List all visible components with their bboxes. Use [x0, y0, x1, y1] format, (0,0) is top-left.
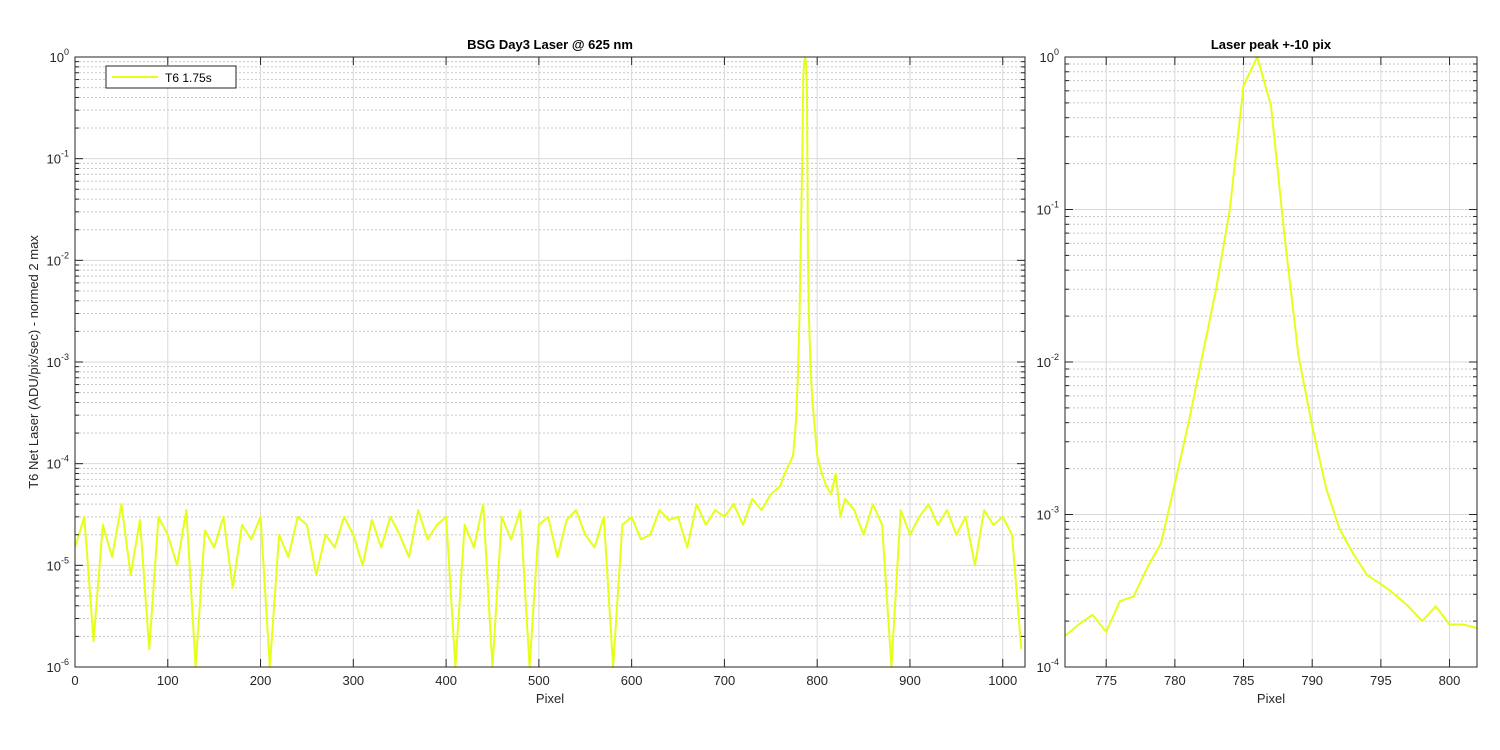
y-tick-label-base: 10	[47, 152, 61, 167]
y-tick-label-exponent: -2	[1051, 352, 1059, 362]
y-tick-label-exponent: -6	[61, 657, 69, 667]
legend-entry-label: T6 1.75s	[165, 71, 212, 85]
x-tick-label: 100	[157, 673, 179, 688]
y-tick-label: 10-5	[47, 555, 69, 573]
figure: 10-610-510-410-310-210-11000 100 200 300 400…	[26, 37, 1478, 706]
zoom-plot-x-axis-label: Pixel	[1257, 691, 1285, 706]
x-tick-label: 790	[1301, 673, 1323, 688]
y-tick-label-base: 10	[47, 457, 61, 472]
y-tick-label: 10-3	[47, 352, 69, 370]
y-tick-label-base: 10	[50, 50, 64, 65]
zoom-plot-title: Laser peak +-10 pix	[1211, 37, 1332, 52]
y-tick-label-base: 10	[1040, 50, 1054, 65]
x-tick-label: 300	[342, 673, 364, 688]
zoom-plot: 10-410-310-210-1100775 780 785 790 795 800 La…	[1037, 37, 1478, 706]
x-tick-label: 200	[250, 673, 272, 688]
y-tick-label-exponent: -1	[61, 149, 69, 159]
y-tick-label-base: 10	[47, 253, 61, 268]
y-tick-label-exponent: -4	[1051, 657, 1059, 667]
x-tick-label: 700	[714, 673, 736, 688]
y-tick-label-base: 10	[1037, 660, 1051, 675]
y-tick-label-base: 10	[47, 660, 61, 675]
x-tick-label: 780	[1164, 673, 1186, 688]
x-tick-label: 800	[806, 673, 828, 688]
x-tick-label: 400	[435, 673, 457, 688]
y-tick-label: 10-4	[47, 454, 69, 472]
y-tick-label: 10-1	[47, 149, 69, 167]
y-tick-label: 10-6	[47, 657, 69, 675]
y-tick-label-base: 10	[1037, 508, 1051, 523]
x-tick-label: 785	[1233, 673, 1255, 688]
x-tick-label: 800	[1439, 673, 1461, 688]
y-tick-label-exponent: -2	[61, 250, 69, 260]
y-tick-label: 10-2	[47, 250, 69, 268]
legend: T6 1.75s	[105, 65, 237, 89]
x-tick-label: 795	[1370, 673, 1392, 688]
y-tick-label-exponent: 0	[1054, 47, 1059, 57]
x-tick-label: 0	[71, 673, 78, 688]
y-tick-label-base: 10	[47, 355, 61, 370]
y-tick-label-base: 10	[47, 558, 61, 573]
y-tick-label: 100	[50, 47, 69, 65]
main-plot-title: BSG Day3 Laser @ 625 nm	[467, 37, 633, 52]
x-tick-label: 900	[899, 673, 921, 688]
y-tick-label-exponent: -1	[1051, 200, 1059, 210]
x-tick-label: 775	[1095, 673, 1117, 688]
y-tick-label: 10-1	[1037, 200, 1059, 218]
y-tick-label: 100	[1040, 47, 1059, 65]
y-tick-label-exponent: -5	[61, 555, 69, 565]
y-tick-label: 10-3	[1037, 505, 1059, 523]
main-plot-y-axis-label: T6 Net Laser (ADU/pix/sec) - normed 2 ma…	[26, 235, 41, 489]
y-tick-label-base: 10	[1037, 355, 1051, 370]
y-tick-label-exponent: -4	[61, 454, 69, 464]
x-tick-label: 500	[528, 673, 550, 688]
y-tick-label-exponent: 0	[64, 47, 69, 57]
main-plot-x-axis-label: Pixel	[536, 691, 564, 706]
main-plot: 10-610-510-410-310-210-11000 100 200 300 400…	[26, 37, 1026, 706]
y-tick-label: 10-2	[1037, 352, 1059, 370]
x-tick-label: 1000	[988, 673, 1017, 688]
y-tick-label-base: 10	[1037, 203, 1051, 218]
y-tick-label-exponent: -3	[1051, 505, 1059, 515]
y-tick-label: 10-4	[1037, 657, 1059, 675]
y-tick-label-exponent: -3	[61, 352, 69, 362]
x-tick-label: 600	[621, 673, 643, 688]
